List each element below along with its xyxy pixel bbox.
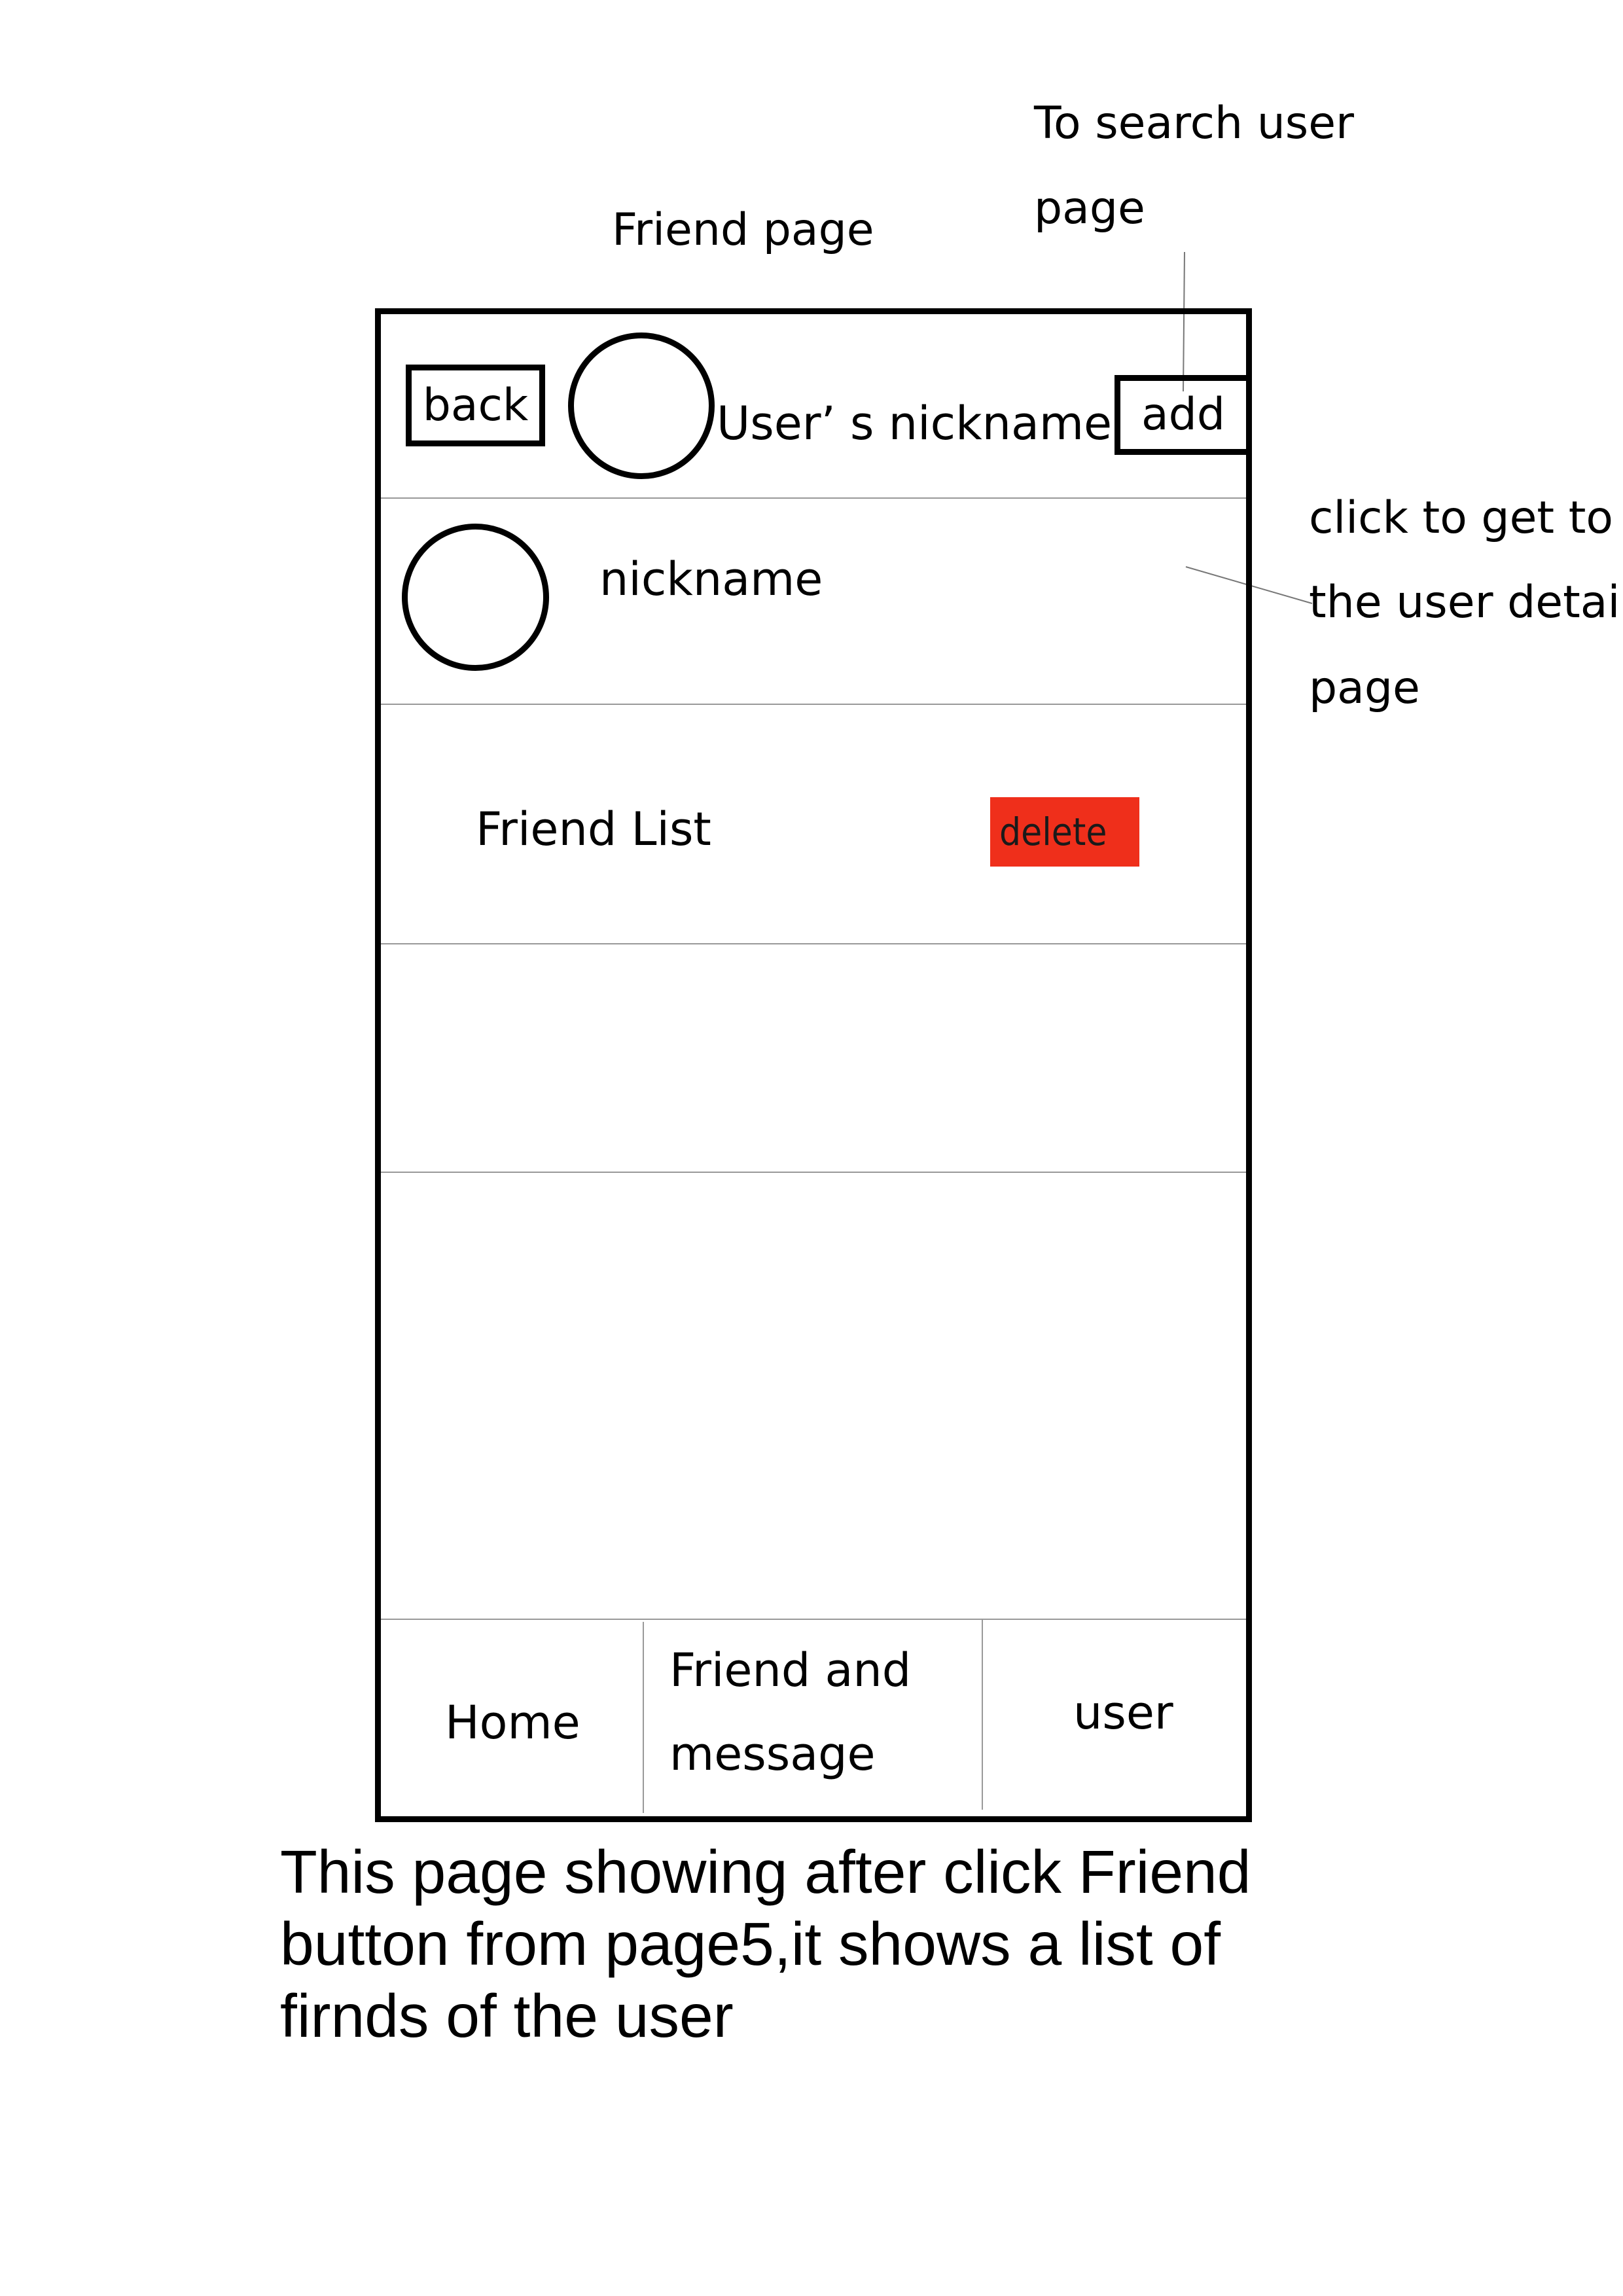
nav-separator-2: [982, 1619, 983, 1810]
nav-user[interactable]: user: [1073, 1690, 1173, 1736]
delete-button[interactable]: delete: [990, 797, 1139, 867]
friend-nickname[interactable]: nickname: [599, 556, 823, 602]
divider-list-2: [381, 1172, 1246, 1173]
page-caption: This page showing after click Friend but…: [280, 1836, 1393, 2052]
friend-list-label: Friend List: [476, 802, 711, 856]
nav-friend-message-line-2[interactable]: message: [669, 1731, 876, 1777]
divider-nav: [381, 1619, 1246, 1620]
caption-line-1: This page showing after click Friend: [280, 1838, 1251, 1906]
user-avatar[interactable]: [568, 332, 715, 479]
divider-header: [381, 497, 1246, 499]
nav-separator-1: [643, 1622, 644, 1813]
divider-list-1: [381, 943, 1246, 944]
caption-line-3: firnds of the user: [280, 1982, 734, 2050]
user-nickname: User’ s nickname: [717, 397, 1113, 450]
divider-profile: [381, 704, 1246, 705]
add-button[interactable]: add: [1115, 375, 1252, 455]
back-button[interactable]: back: [406, 365, 545, 446]
caption-line-2: button from page5,it shows a list of: [280, 1910, 1221, 1978]
nav-home[interactable]: Home: [445, 1700, 580, 1746]
nav-friend-message-line-1[interactable]: Friend and: [669, 1647, 911, 1693]
friend-avatar[interactable]: [402, 524, 549, 671]
